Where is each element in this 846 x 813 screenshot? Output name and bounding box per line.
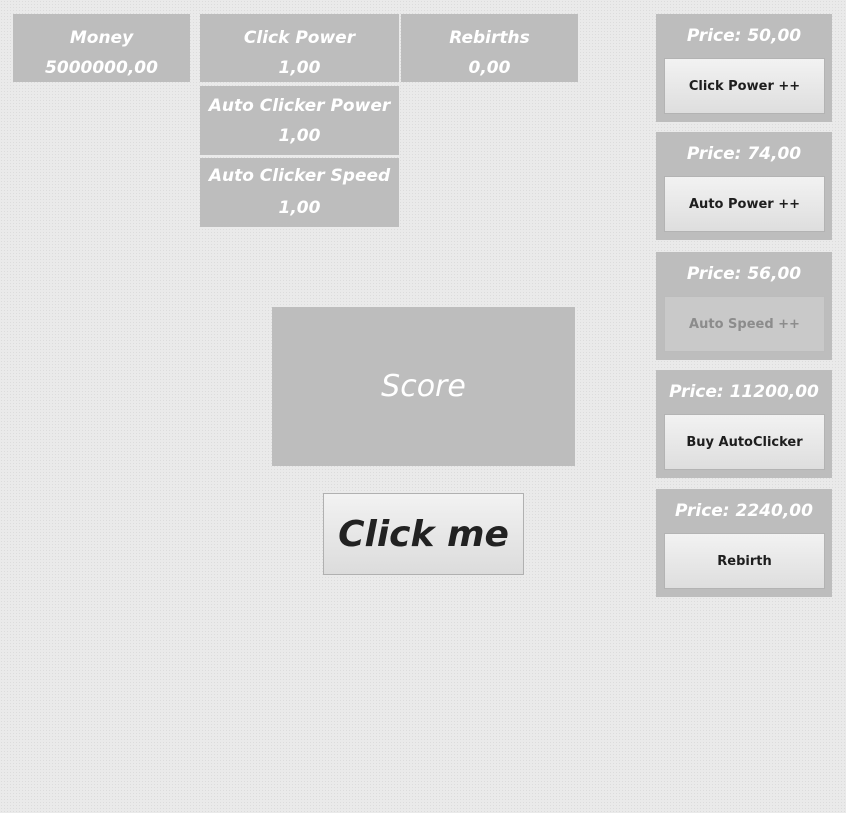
- button-label: Rebirth: [717, 553, 772, 569]
- money-label: Money: [69, 28, 134, 48]
- shop-price: Price: 11200,00: [669, 382, 819, 402]
- click-power-panel: Click Power 1,00: [200, 14, 399, 82]
- rebirth-button[interactable]: Rebirth: [664, 533, 825, 589]
- click-power-value: 1,00: [278, 58, 321, 78]
- shop-click-power: Price: 50,00 Click Power ++: [656, 14, 832, 122]
- buy-autoclicker-button[interactable]: Buy AutoClicker: [664, 414, 825, 470]
- button-label: Auto Power ++: [689, 196, 800, 212]
- button-label: Buy AutoClicker: [686, 434, 803, 450]
- auto-clicker-speed-value: 1,00: [278, 198, 321, 218]
- auto-clicker-power-value: 1,00: [278, 126, 321, 146]
- money-value: 5000000,00: [45, 58, 158, 78]
- button-label: Auto Speed ++: [689, 316, 800, 332]
- click-me-button[interactable]: Click me: [323, 493, 524, 575]
- shop-buy-autoclicker: Price: 11200,00 Buy AutoClicker: [656, 370, 832, 478]
- click-power-label: Click Power: [243, 28, 356, 48]
- money-panel: Money 5000000,00: [13, 14, 190, 82]
- click-power-upgrade-button[interactable]: Click Power ++: [664, 58, 825, 114]
- shop-price: Price: 74,00: [686, 144, 802, 164]
- auto-power-upgrade-button[interactable]: Auto Power ++: [664, 176, 825, 232]
- auto-clicker-power-label: Auto Clicker Power: [208, 96, 391, 116]
- score-display: Score: [272, 307, 575, 466]
- rebirths-label: Rebirths: [449, 28, 530, 48]
- shop-auto-speed: Price: 56,00 Auto Speed ++: [656, 252, 832, 360]
- rebirths-value: 0,00: [468, 58, 511, 78]
- shop-rebirth: Price: 2240,00 Rebirth: [656, 489, 832, 597]
- click-me-label: Click me: [338, 513, 509, 555]
- score-label: Score: [381, 369, 466, 404]
- shop-auto-power: Price: 74,00 Auto Power ++: [656, 132, 832, 240]
- button-label: Click Power ++: [688, 78, 801, 94]
- auto-clicker-speed-panel: Auto Clicker Speed 1,00: [200, 158, 399, 227]
- shop-price: Price: 50,00: [686, 26, 802, 46]
- shop-price: Price: 56,00: [686, 264, 802, 284]
- auto-clicker-power-panel: Auto Clicker Power 1,00: [200, 86, 399, 155]
- rebirths-panel: Rebirths 0,00: [401, 14, 578, 82]
- auto-clicker-speed-label: Auto Clicker Speed: [208, 166, 391, 186]
- auto-speed-upgrade-button[interactable]: Auto Speed ++: [664, 296, 825, 352]
- shop-price: Price: 2240,00: [675, 501, 813, 521]
